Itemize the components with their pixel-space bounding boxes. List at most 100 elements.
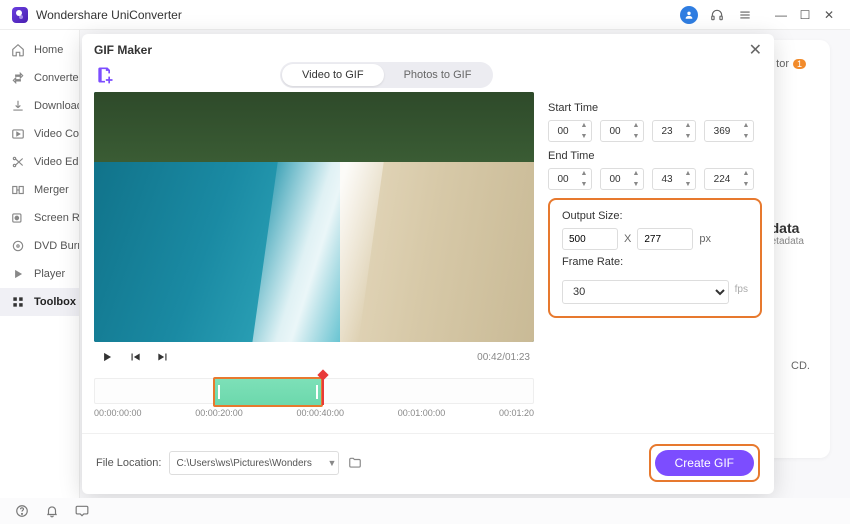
sidebar-item-editor[interactable]: Video Editor bbox=[0, 148, 79, 176]
play-button[interactable] bbox=[98, 348, 116, 366]
tick: 00:00:00:00 bbox=[94, 408, 142, 418]
modal-header: GIF Maker ✕ bbox=[82, 34, 774, 60]
time-display: 00:42/01:23 bbox=[477, 352, 530, 363]
browse-folder-icon[interactable] bbox=[344, 452, 366, 474]
timeline-track[interactable] bbox=[94, 378, 534, 404]
sidebar: Home Converter Downloader Video Compress… bbox=[0, 30, 80, 498]
help-icon[interactable] bbox=[14, 503, 30, 519]
sidebar-item-label: Merger bbox=[34, 184, 69, 196]
px-label: px bbox=[699, 233, 711, 245]
sidebar-item-downloader[interactable]: Downloader bbox=[0, 92, 79, 120]
sidebar-item-toolbox[interactable]: Toolbox bbox=[0, 288, 79, 316]
titlebar-right: — ☐ ✕ bbox=[680, 6, 838, 24]
sidebar-item-player[interactable]: Player bbox=[0, 260, 79, 288]
modal-footer: File Location: ▼ Create GIF bbox=[82, 433, 774, 494]
end-seconds[interactable]: ▲▼ bbox=[652, 168, 696, 190]
preview-column: 00:42/01:23 00:00:00:00 00:00:20:00 00:0… bbox=[94, 92, 534, 433]
record-icon bbox=[10, 210, 26, 226]
app-logo-icon bbox=[12, 7, 28, 23]
timeline: 00:00:00:00 00:00:20:00 00:00:40:00 00:0… bbox=[94, 378, 534, 418]
start-seconds[interactable]: ▲▼ bbox=[652, 120, 696, 142]
compress-icon bbox=[10, 126, 26, 142]
tick: 00:00:20:00 bbox=[195, 408, 243, 418]
frame-rate-select[interactable]: 30 bbox=[562, 280, 729, 304]
settings-column: Start Time ▲▼ ▲▼ ▲▼ ▲▼ End Time ▲▼ ▲▼ ▲▼… bbox=[548, 92, 762, 433]
sidebar-item-converter[interactable]: Converter bbox=[0, 64, 79, 92]
tick: 00:01:20 bbox=[499, 408, 534, 418]
sidebar-item-label: Player bbox=[34, 268, 65, 280]
modal-body: 00:42/01:23 00:00:00:00 00:00:20:00 00:0… bbox=[82, 92, 774, 433]
end-hours[interactable]: ▲▼ bbox=[548, 168, 592, 190]
sidebar-item-compressor[interactable]: Video Compressor bbox=[0, 120, 79, 148]
end-ms[interactable]: ▲▼ bbox=[704, 168, 754, 190]
bg-section-hint: tor bbox=[776, 58, 789, 70]
timeline-ticks: 00:00:00:00 00:00:20:00 00:00:40:00 00:0… bbox=[94, 408, 534, 418]
home-icon bbox=[10, 42, 26, 58]
sidebar-item-label: Toolbox bbox=[34, 296, 76, 308]
bg-panel: data etadata bbox=[771, 220, 804, 247]
tab-video-to-gif[interactable]: Video to GIF bbox=[282, 64, 384, 86]
grid-icon bbox=[10, 294, 26, 310]
tab-photos-to-gif[interactable]: Photos to GIF bbox=[384, 64, 492, 86]
prev-frame-button[interactable] bbox=[126, 348, 144, 366]
timeline-selection[interactable] bbox=[213, 377, 323, 407]
file-location-input[interactable] bbox=[169, 451, 339, 475]
sidebar-item-home[interactable]: Home bbox=[0, 36, 79, 64]
sidebar-item-label: Screen Recorder bbox=[34, 212, 79, 224]
gif-maker-modal: GIF Maker ✕ Video to GIF Photos to GIF 0… bbox=[82, 34, 774, 494]
output-width-input[interactable] bbox=[562, 228, 618, 250]
sidebar-item-merger[interactable]: Merger bbox=[0, 176, 79, 204]
feedback-icon[interactable] bbox=[74, 503, 90, 519]
sidebar-item-label: Video Compressor bbox=[34, 128, 79, 140]
convert-icon bbox=[10, 70, 26, 86]
close-icon[interactable]: ✕ bbox=[749, 40, 762, 60]
next-frame-button[interactable] bbox=[154, 348, 172, 366]
close-button[interactable]: ✕ bbox=[820, 6, 838, 24]
x-sep: X bbox=[624, 233, 631, 245]
modal-subheader: Video to GIF Photos to GIF bbox=[82, 60, 774, 92]
tick: 00:00:40:00 bbox=[296, 408, 344, 418]
sidebar-item-recorder[interactable]: Screen Recorder bbox=[0, 204, 79, 232]
output-height-input[interactable] bbox=[637, 228, 693, 250]
window-controls: — ☐ ✕ bbox=[772, 6, 838, 24]
file-location-label: File Location: bbox=[96, 457, 161, 469]
scissors-icon bbox=[10, 154, 26, 170]
video-preview[interactable] bbox=[94, 92, 534, 342]
add-media-icon[interactable] bbox=[94, 64, 116, 86]
output-size-row: X px bbox=[562, 228, 748, 250]
sidebar-item-dvd[interactable]: DVD Burner bbox=[0, 232, 79, 260]
user-avatar-icon[interactable] bbox=[680, 6, 698, 24]
start-minutes[interactable]: ▲▼ bbox=[600, 120, 644, 142]
sidebar-item-label: Downloader bbox=[34, 100, 79, 112]
bg-panel-sub: etadata bbox=[771, 236, 804, 247]
file-location-dropdown-icon[interactable]: ▼ bbox=[327, 458, 336, 468]
bottombar bbox=[0, 498, 850, 524]
sidebar-item-label: Converter bbox=[34, 72, 79, 84]
headphones-icon[interactable] bbox=[708, 6, 726, 24]
minimize-button[interactable]: — bbox=[772, 6, 790, 24]
hamburger-icon[interactable] bbox=[736, 6, 754, 24]
mode-segmented-control: Video to GIF Photos to GIF bbox=[280, 62, 493, 88]
output-settings-box: Output Size: X px Frame Rate: 30 fps bbox=[548, 198, 762, 318]
end-time-label: End Time bbox=[548, 150, 762, 162]
start-hours[interactable]: ▲▼ bbox=[548, 120, 592, 142]
sidebar-item-label: DVD Burner bbox=[34, 240, 79, 252]
bell-icon[interactable] bbox=[44, 503, 60, 519]
titlebar-left: Wondershare UniConverter bbox=[12, 7, 182, 23]
frame-rate-label: Frame Rate: bbox=[562, 256, 748, 268]
start-ms[interactable]: ▲▼ bbox=[704, 120, 754, 142]
maximize-button[interactable]: ☐ bbox=[796, 6, 814, 24]
create-gif-button[interactable]: Create GIF bbox=[655, 450, 754, 476]
end-minutes[interactable]: ▲▼ bbox=[600, 168, 644, 190]
modal-title: GIF Maker bbox=[94, 43, 152, 57]
sidebar-item-label: Home bbox=[34, 44, 63, 56]
output-size-label: Output Size: bbox=[562, 210, 748, 222]
video-controls: 00:42/01:23 bbox=[94, 342, 534, 372]
bg-panel-title: data bbox=[771, 220, 804, 236]
bg-cd-hint: CD. bbox=[791, 360, 810, 372]
merge-icon bbox=[10, 182, 26, 198]
app-title: Wondershare UniConverter bbox=[36, 8, 182, 22]
tick: 00:01:00:00 bbox=[398, 408, 446, 418]
sidebar-item-label: Video Editor bbox=[34, 156, 79, 168]
download-icon bbox=[10, 98, 26, 114]
